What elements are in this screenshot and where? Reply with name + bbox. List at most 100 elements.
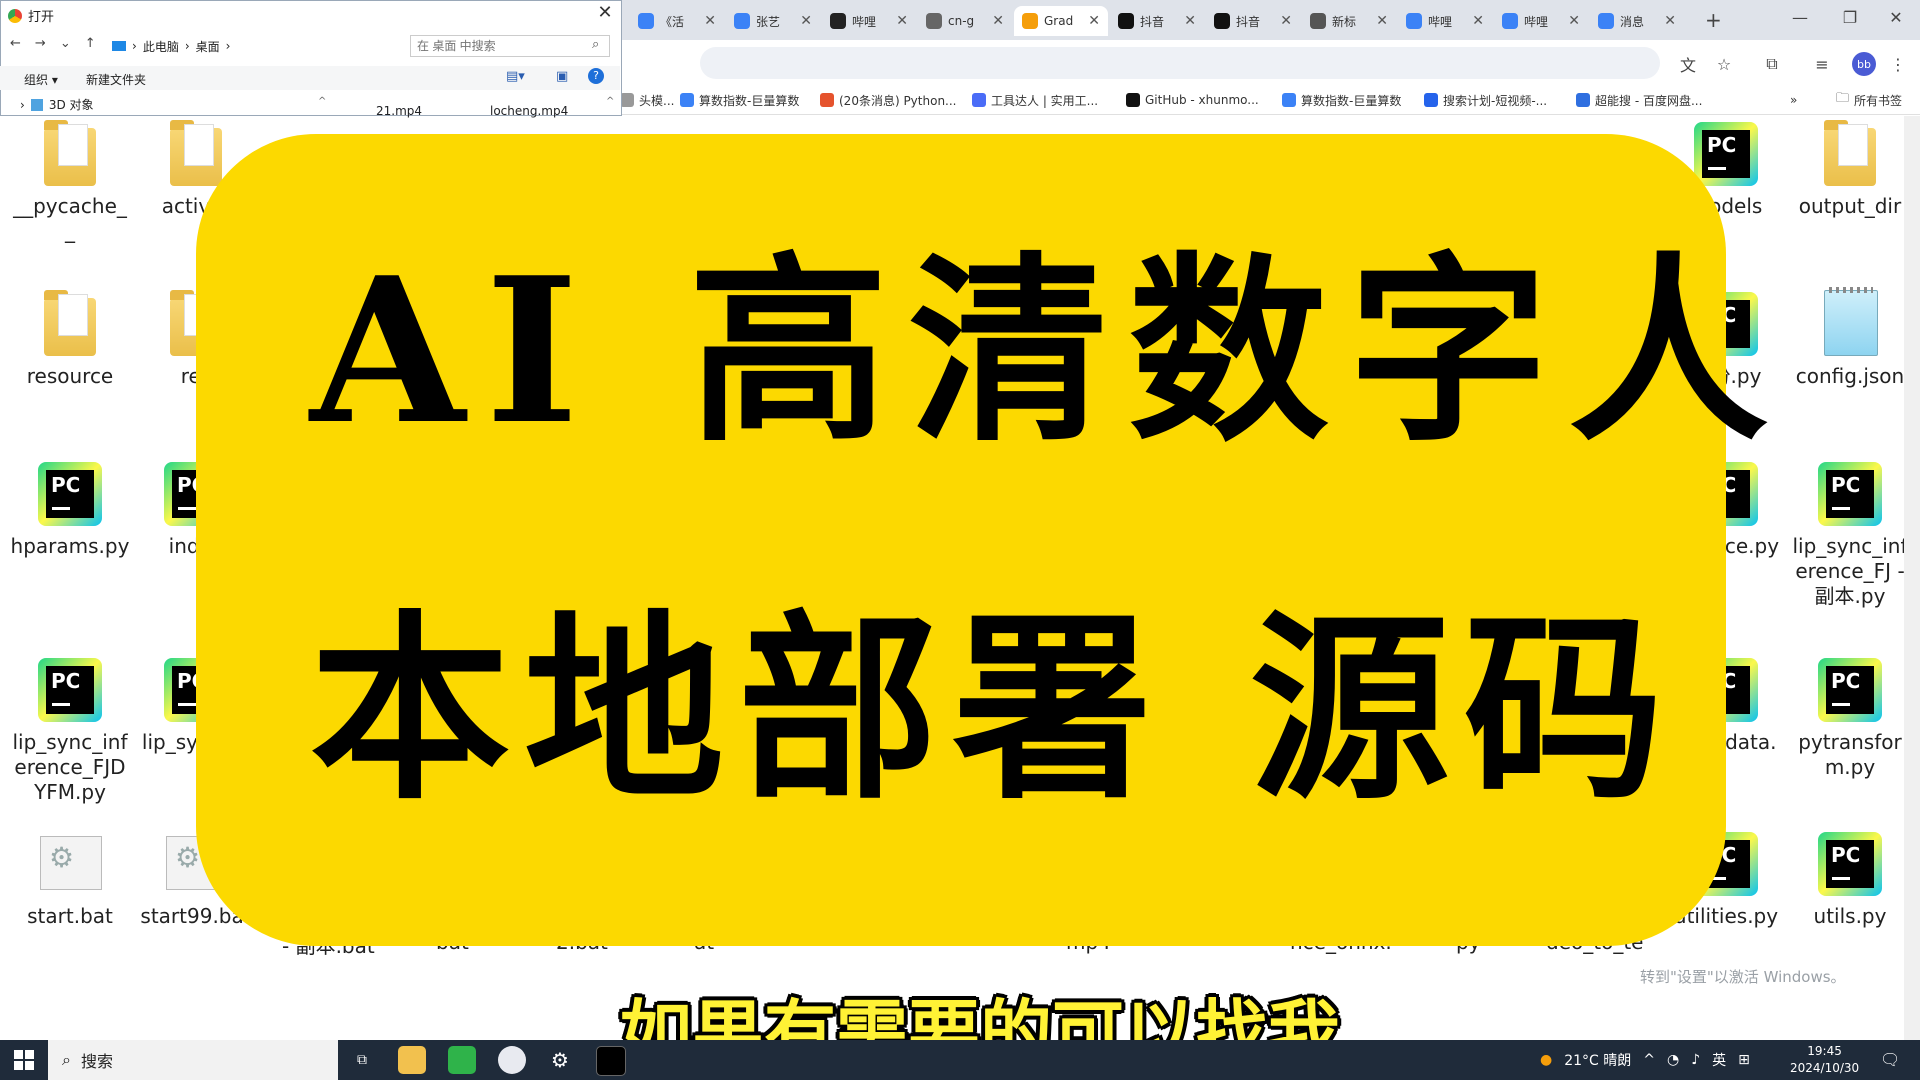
new-tab-button[interactable]: + [1705,8,1722,32]
view-options-icon[interactable]: ▤▾ [506,69,525,84]
browser-tab[interactable]: 抖音 ✕ [1206,6,1300,36]
windows-start-icon[interactable] [14,1050,34,1070]
terminal-icon[interactable] [596,1046,626,1076]
taskbar-search[interactable]: ⌕ 搜索 [48,1040,338,1080]
taskbar-clock[interactable]: 19:45 2024/10/30 [1790,1043,1859,1077]
desktop-icon[interactable]: config.json [1790,286,1910,389]
weather-label[interactable]: 21°C 晴朗 [1564,1050,1631,1070]
tab-close-icon[interactable]: ✕ [992,13,1004,29]
minimize-button[interactable]: — [1780,8,1820,27]
folder-icon [1824,120,1876,186]
desktop-icon[interactable]: PC hparams.py [10,456,130,559]
bookmark-item[interactable]: 算数指数-巨量算数 [1282,90,1401,110]
tab-close-icon[interactable]: ✕ [1184,13,1196,29]
all-bookmarks-button[interactable]: 🗀 所有书签 [1836,90,1902,110]
profile-avatar[interactable]: bb [1852,52,1876,76]
wechat-icon[interactable] [448,1046,476,1074]
extensions-icon[interactable]: ⧉ [1760,52,1784,76]
bookmark-favicon-icon [1576,93,1590,107]
dialog-tree-item[interactable]: › 3D 对象 [20,96,94,113]
browser-tab[interactable]: 新标 ✕ [1302,6,1396,36]
translate-icon[interactable]: 文 [1676,52,1700,76]
page-scrollbar[interactable] [1904,116,1920,1040]
weather-icon[interactable]: ● [1540,1052,1552,1068]
desktop-icon[interactable]: __pycache__ [10,116,130,244]
desktop-icon[interactable]: PC lip_sync_inference_FJ - 副本.py [1790,456,1910,609]
desktop-icon[interactable]: PC utils.py [1790,826,1910,929]
bookmark-item[interactable]: (20条消息) Python... [820,90,957,110]
browser-tab[interactable]: 抖音 ✕ [1110,6,1204,36]
help-icon[interactable]: ? [588,68,604,84]
tab-favicon-icon [1502,13,1518,29]
volume-icon[interactable]: ♪ [1691,1052,1700,1068]
task-view-icon[interactable]: ⧉ [348,1046,376,1074]
network-icon[interactable]: ◔ [1667,1052,1679,1068]
tab-close-icon[interactable]: ✕ [896,13,908,29]
pycharm-file-icon: PC [1818,832,1882,896]
tab-close-icon[interactable]: ✕ [800,13,812,29]
bookmark-star-icon[interactable]: ☆ [1712,52,1736,76]
breadcrumb-desktop[interactable]: 桌面 [196,38,220,55]
breadcrumb-sep: › [184,39,190,53]
notification-icon[interactable]: 🗨 [1880,1050,1900,1069]
address-bar[interactable] [700,47,1660,79]
file-item[interactable]: 21.mp4 [376,104,422,118]
keyboard-icon[interactable]: ⊞ [1738,1052,1750,1068]
desktop-icon[interactable]: resource [10,286,130,389]
bookmark-item[interactable]: 搜索计划-短视频-... [1424,90,1547,110]
settings-gear-icon[interactable]: ⚙ [546,1046,574,1074]
bookmark-item[interactable]: 工具达人 | 实用工... [972,90,1098,110]
file-explorer-icon[interactable] [398,1046,426,1074]
tab-close-icon[interactable]: ✕ [1376,13,1388,29]
browser-tab[interactable]: 哔哩 ✕ [1398,6,1492,36]
bookmarks-more-button[interactable]: » [1790,90,1797,110]
desktop-icon[interactable]: ⚙ start.bat [10,826,130,929]
bookmark-item[interactable]: 算数指数-巨量算数 [680,90,799,110]
dialog-search-input[interactable] [410,35,610,57]
bookmark-item[interactable]: GitHub - xhunmo... [1126,90,1259,110]
browser-tab[interactable]: cn-g ✕ [918,6,1012,36]
browser-tab[interactable]: Grad ✕ [1014,6,1108,36]
scroll-up-icon[interactable]: ^ [318,96,326,107]
dialog-close-button[interactable]: ✕ [594,2,616,23]
organize-button[interactable]: 组织 ▾ [24,71,58,88]
recent-dropdown-icon[interactable]: ⌄ [60,36,71,51]
tab-title: Grad [1044,14,1074,28]
forward-arrow-icon[interactable]: → [35,36,46,51]
browser-tab[interactable]: 哔哩 ✕ [1494,6,1588,36]
close-window-button[interactable]: ✕ [1876,8,1916,27]
dialog-breadcrumb[interactable]: › 此电脑 › 桌面 › [112,36,402,56]
browser-tab[interactable]: 消息 ✕ [1590,6,1684,36]
chrome-icon[interactable] [498,1046,526,1074]
scroll-up-icon[interactable]: ^ [606,96,614,107]
desktop-icon[interactable]: PC lip_sync_inference_FJDYFM.py [10,652,130,805]
new-folder-button[interactable]: 新建文件夹 [86,71,146,88]
tab-close-icon[interactable]: ✕ [1088,13,1100,29]
file-item[interactable]: locheng.mp4 [490,104,568,118]
desktop-icon[interactable]: PC pytransform.py [1790,652,1910,780]
tray-chevron-icon[interactable]: ^ [1643,1052,1655,1068]
preview-pane-icon[interactable]: ▣ [556,69,568,84]
media-icon[interactable]: ≡ [1810,52,1834,76]
tab-title: 消息 [1620,14,1645,29]
ime-indicator[interactable]: 英 [1712,1050,1726,1070]
browser-tab[interactable]: 哔哩 ✕ [822,6,916,36]
tab-close-icon[interactable]: ✕ [704,13,716,29]
browser-tab[interactable]: 张艺 ✕ [726,6,820,36]
expand-chevron-icon[interactable]: › [20,98,25,112]
tab-close-icon[interactable]: ✕ [1472,13,1484,29]
desktop-icon[interactable]: output_dir [1790,116,1910,219]
bookmark-item[interactable]: 超能搜 - 百度网盘... [1576,90,1702,110]
maximize-button[interactable]: ❐ [1830,8,1870,27]
breadcrumb-this-pc[interactable]: 此电脑 [143,38,179,55]
tab-close-icon[interactable]: ✕ [1664,13,1676,29]
up-arrow-icon[interactable]: ↑ [85,36,96,51]
tab-close-icon[interactable]: ✕ [1568,13,1580,29]
desktop-icon-label: utils.py [1813,904,1887,928]
browser-tab[interactable]: 《活 ✕ [630,6,724,36]
menu-icon[interactable]: ⋮ [1886,52,1910,76]
desktop-icon-label: start.bat [27,904,113,928]
tab-close-icon[interactable]: ✕ [1280,13,1292,29]
bookmark-item[interactable]: 头模... [620,90,674,110]
back-arrow-icon[interactable]: ← [10,36,21,51]
